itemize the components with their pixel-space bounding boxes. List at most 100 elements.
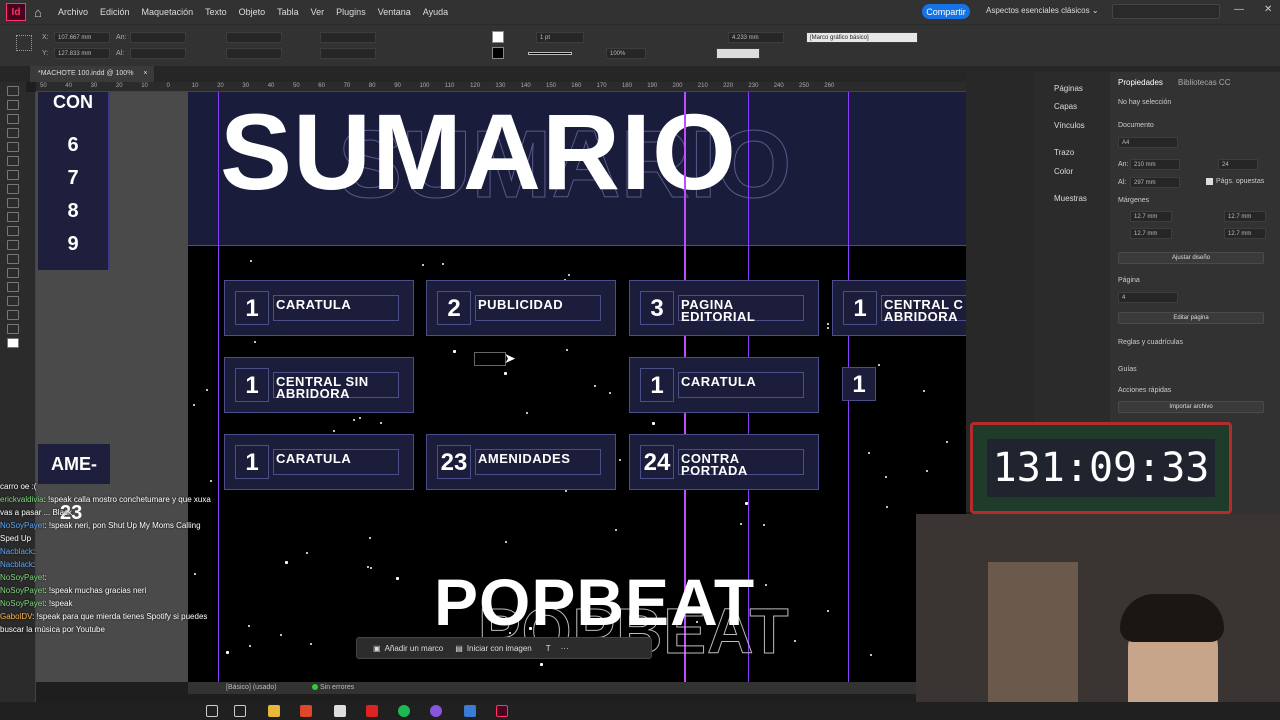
- summary-card[interactable]: 1: [832, 357, 966, 413]
- menu-maquetacion[interactable]: Maquetación: [142, 7, 194, 17]
- store-icon[interactable]: [334, 705, 346, 717]
- import-file-button[interactable]: Importar archivo: [1118, 401, 1264, 413]
- panel-muestras[interactable]: Muestras: [1054, 194, 1087, 203]
- rectangle-frame-tool-icon[interactable]: [7, 212, 19, 222]
- menu-ver[interactable]: Ver: [311, 7, 325, 17]
- summary-card[interactable]: 1 CARATULA: [224, 434, 414, 490]
- rotate-field[interactable]: [320, 32, 376, 43]
- edit-page-button[interactable]: Editar página: [1118, 312, 1264, 324]
- summary-card[interactable]: 24 CONTRA PORTADA: [629, 434, 819, 490]
- menu-ayuda[interactable]: Ayuda: [423, 7, 448, 17]
- panel-vinculos[interactable]: Vínculos: [1054, 121, 1085, 130]
- search-input[interactable]: [1112, 4, 1220, 19]
- home-icon[interactable]: ⌂: [34, 5, 48, 20]
- gradient-tool-icon[interactable]: [7, 268, 19, 278]
- eyedropper-tool-icon[interactable]: [7, 296, 19, 306]
- panel-color[interactable]: Color: [1054, 167, 1073, 176]
- tab-bibliotecas[interactable]: Bibliotecas CC: [1178, 78, 1230, 87]
- workspace-switcher[interactable]: Aspectos esenciales clásicos ⌄: [986, 6, 1099, 15]
- menu-ventana[interactable]: Ventana: [378, 7, 411, 17]
- summary-card[interactable]: 1 CENTRAL C ABRIDORA: [832, 280, 966, 336]
- document-page[interactable]: SUMARIO SUMARIO 1 CARATULA 2 PUBLICIDAD …: [188, 92, 966, 682]
- menu-edicion[interactable]: Edición: [100, 7, 130, 17]
- stroke-weight-field[interactable]: 1 pt: [536, 32, 584, 43]
- color-field[interactable]: [716, 48, 760, 59]
- scissors-tool-icon[interactable]: [7, 240, 19, 250]
- menu-plugins[interactable]: Plugins: [336, 7, 366, 17]
- page-count-field[interactable]: 24: [1218, 159, 1258, 170]
- tab-propiedades[interactable]: Propiedades: [1118, 78, 1163, 87]
- brave-browser-icon[interactable]: [300, 705, 312, 717]
- selection-tool-icon[interactable]: [7, 86, 19, 96]
- document-tab[interactable]: *MACHOTE 100.indd @ 100% ×: [30, 66, 154, 82]
- obs-icon[interactable]: [430, 705, 442, 717]
- close-tab-icon[interactable]: ×: [143, 70, 147, 77]
- panel-capas[interactable]: Capas: [1054, 102, 1077, 111]
- panel-paginas[interactable]: Páginas: [1054, 84, 1083, 93]
- content-collector-icon[interactable]: [7, 142, 19, 152]
- summary-card[interactable]: 1 CENTRAL SIN ABRIDORA: [224, 357, 414, 413]
- facing-pages-checkbox[interactable]: [1206, 178, 1213, 185]
- menu-tabla[interactable]: Tabla: [277, 7, 299, 17]
- spotify-icon[interactable]: [398, 705, 410, 717]
- opacity-field[interactable]: 100%: [606, 48, 646, 59]
- footer-title[interactable]: POPBEAT: [434, 564, 755, 640]
- pen-tool-icon[interactable]: [7, 184, 19, 194]
- object-style-select[interactable]: [Marco gráfico básico]: [806, 32, 918, 43]
- scale-x-field[interactable]: [226, 32, 282, 43]
- style-status[interactable]: [Básico] (usado): [226, 684, 277, 691]
- menu-texto[interactable]: Texto: [205, 7, 227, 17]
- summary-card[interactable]: 3 PAGINA EDITORIAL: [629, 280, 819, 336]
- search-icon[interactable]: [206, 705, 218, 717]
- margin-right-field[interactable]: 12.7 mm: [1224, 228, 1266, 239]
- scale-y-field[interactable]: [226, 48, 282, 59]
- line-tool-icon[interactable]: [7, 170, 19, 180]
- summary-card[interactable]: 1 CARATULA: [224, 280, 414, 336]
- summary-card[interactable]: 1 CARATULA: [629, 357, 819, 413]
- preflight-status[interactable]: Sin errores: [320, 684, 354, 691]
- shear-field[interactable]: [320, 48, 376, 59]
- summary-card[interactable]: 2 PUBLICIDAD: [426, 280, 616, 336]
- more-options-icon[interactable]: ···: [561, 644, 569, 653]
- pencil-tool-icon[interactable]: [7, 198, 19, 208]
- file-explorer-icon[interactable]: [268, 705, 280, 717]
- doc-height-field[interactable]: 297 mm: [1130, 177, 1180, 188]
- hand-tool-icon[interactable]: [7, 310, 19, 320]
- panel-trazo[interactable]: Trazo: [1054, 148, 1074, 157]
- fill-swatch-icon[interactable]: [492, 31, 504, 43]
- minimize-icon[interactable]: —: [1234, 4, 1244, 15]
- type-tool-icon[interactable]: [7, 156, 19, 166]
- fill-stroke-icon[interactable]: [7, 338, 19, 348]
- stroke-type-select[interactable]: [528, 52, 572, 55]
- doc-width-field[interactable]: 210 mm: [1130, 159, 1180, 170]
- app-icon[interactable]: [464, 705, 476, 717]
- width-field[interactable]: [130, 32, 186, 43]
- menu-objeto[interactable]: Objeto: [239, 7, 266, 17]
- offset-field[interactable]: 4.233 mm: [728, 32, 784, 43]
- text-icon[interactable]: T: [546, 644, 551, 653]
- stroke-swatch-icon[interactable]: [492, 47, 504, 59]
- free-transform-tool-icon[interactable]: [7, 254, 19, 264]
- start-with-image-button[interactable]: Iniciar con imagen: [467, 644, 532, 653]
- page-select[interactable]: 4: [1118, 292, 1178, 303]
- page-tool-icon[interactable]: [7, 114, 19, 124]
- note-tool-icon[interactable]: [7, 282, 19, 292]
- gap-tool-icon[interactable]: [7, 128, 19, 138]
- y-field[interactable]: 127.833 mm: [54, 48, 110, 59]
- task-view-icon[interactable]: [234, 705, 246, 717]
- close-window-icon[interactable]: ✕: [1264, 4, 1272, 15]
- indesign-taskbar-icon[interactable]: [496, 705, 508, 717]
- menu-archivo[interactable]: Archivo: [58, 7, 88, 17]
- x-field[interactable]: 107.667 mm: [54, 32, 110, 43]
- add-frame-button[interactable]: Añadir un marco: [385, 644, 444, 653]
- share-button[interactable]: Compartir: [922, 4, 970, 19]
- opera-icon[interactable]: [366, 705, 378, 717]
- height-field[interactable]: [130, 48, 186, 59]
- reference-point-icon[interactable]: [16, 35, 32, 51]
- page-title[interactable]: SUMARIO: [220, 92, 920, 212]
- adjust-layout-button[interactable]: Ajustar diseño: [1118, 252, 1264, 264]
- paper-size-select[interactable]: A4: [1118, 137, 1178, 148]
- summary-card[interactable]: 23 AMENIDADES: [426, 434, 616, 490]
- direct-selection-tool-icon[interactable]: [7, 100, 19, 110]
- margin-top-field[interactable]: 12.7 mm: [1130, 211, 1172, 222]
